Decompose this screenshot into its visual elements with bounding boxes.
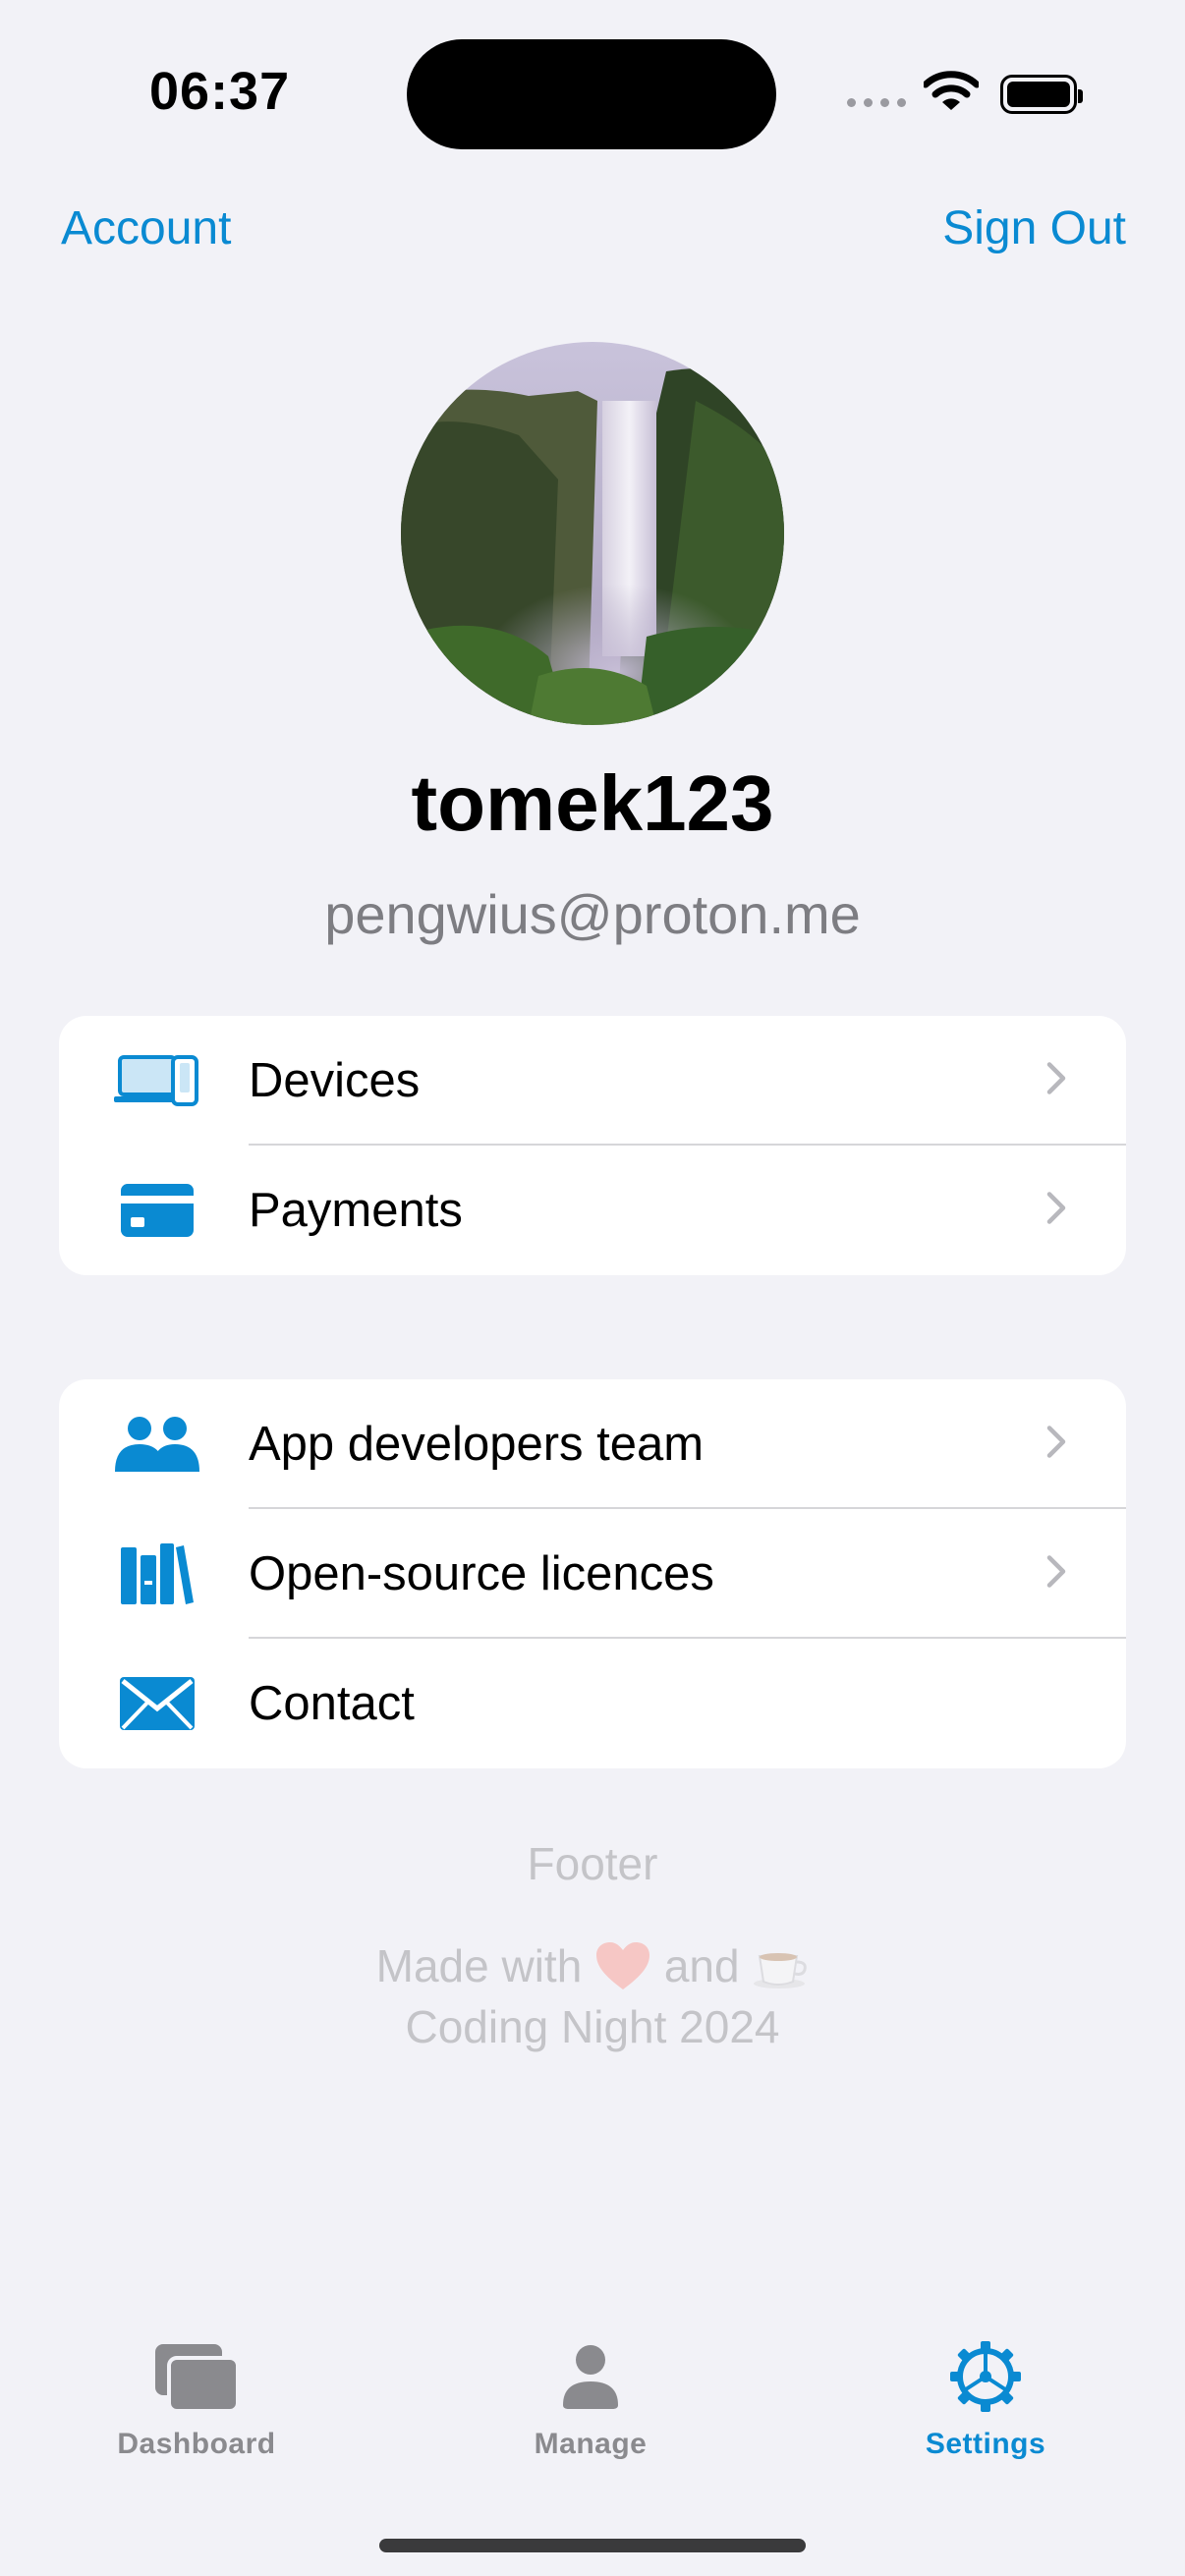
chevron-right-icon: [1045, 1061, 1067, 1101]
account-settings-group: Devices Payments: [59, 1016, 1126, 1275]
credit-card-icon: [112, 1176, 202, 1245]
tab-dashboard-label: Dashboard: [117, 2428, 276, 2460]
tab-settings-label: Settings: [925, 2428, 1046, 2460]
tab-dashboard[interactable]: Dashboard: [88, 2338, 305, 2461]
chevron-right-icon: [1045, 1191, 1067, 1231]
envelope-icon: [112, 1669, 202, 1738]
and-text: and: [663, 1940, 740, 1991]
contact-row[interactable]: Contact: [59, 1639, 1126, 1768]
profile-avatar[interactable]: [401, 342, 784, 725]
about-group: App developers team Open-source licences: [59, 1379, 1126, 1768]
home-indicator[interactable]: [379, 2539, 806, 2552]
profile-email: pengwius@proton.me: [324, 883, 861, 945]
dynamic-island: [407, 39, 776, 149]
open-source-licences-label: Open-source licences: [249, 1547, 714, 1600]
sign-out-button[interactable]: Sign Out: [942, 201, 1126, 255]
open-source-licences-row[interactable]: Open-source licences: [59, 1509, 1126, 1639]
dashboard-icon: [155, 2344, 240, 2413]
devices-label: Devices: [249, 1054, 421, 1107]
payments-label: Payments: [249, 1184, 463, 1237]
app-developers-team-label: App developers team: [249, 1418, 705, 1471]
coffee-cup-icon: [754, 1953, 808, 1988]
gear-icon: [950, 2341, 1021, 2412]
books-icon: [112, 1540, 202, 1608]
devices-row[interactable]: Devices: [59, 1016, 1126, 1146]
payments-row[interactable]: Payments: [59, 1146, 1126, 1275]
account-back-link[interactable]: Account: [61, 201, 231, 255]
tab-manage[interactable]: Manage: [482, 2338, 699, 2461]
people-icon: [112, 1410, 202, 1479]
footer-title: Footer: [527, 1838, 658, 1889]
battery-icon: [1000, 75, 1083, 114]
profile-username: tomek123: [411, 759, 774, 847]
chevron-right-icon: [1045, 1554, 1067, 1595]
made-with-text: Made with: [375, 1940, 583, 1991]
person-icon: [563, 2345, 618, 2409]
status-time: 06:37: [149, 62, 291, 121]
footer-made-with: Made with and: [0, 1939, 1185, 1992]
wifi-icon: [922, 71, 981, 119]
footer-credit: Coding Night 2024: [405, 2001, 780, 2052]
contact-label: Contact: [249, 1677, 415, 1730]
tab-settings[interactable]: Settings: [877, 2338, 1094, 2461]
devices-icon: [112, 1046, 202, 1115]
heart-icon: [596, 1942, 650, 1989]
tab-manage-label: Manage: [534, 2428, 648, 2460]
chevron-right-icon: [1045, 1425, 1067, 1465]
cellular-signal-icon: [847, 98, 906, 107]
app-developers-team-row[interactable]: App developers team: [59, 1379, 1126, 1509]
